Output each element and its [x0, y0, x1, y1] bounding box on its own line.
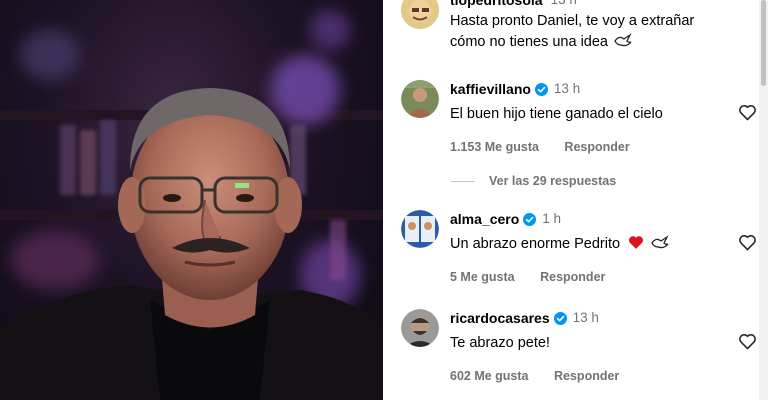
- dove-emoji: [614, 33, 632, 47]
- comment-username[interactable]: kaffievillano: [450, 80, 531, 98]
- comment-text: Hasta pronto Daniel, te voy a extrañar c…: [450, 11, 740, 53]
- reply-button[interactable]: Responder: [564, 140, 629, 154]
- comment-text: Te abrazo pete!: [450, 335, 550, 351]
- likes-count[interactable]: 1.153 Me gusta: [450, 140, 539, 154]
- replies-divider: [451, 180, 475, 182]
- scrollbar[interactable]: [759, 0, 768, 400]
- avatar[interactable]: [401, 309, 439, 347]
- comment-text-part: Un abrazo enorme Pedrito: [450, 236, 621, 252]
- comment-text-line: Hasta pronto Daniel, te voy a extrañar: [450, 13, 695, 29]
- likes-count[interactable]: 602 Me gusta: [450, 369, 529, 383]
- avatar[interactable]: [401, 210, 439, 248]
- reply-button[interactable]: Responder: [540, 270, 605, 284]
- reply-button[interactable]: Responder: [554, 369, 619, 383]
- comment-item: kaffievillano 13 h El buen hijo tiene ga…: [401, 80, 756, 158]
- comment-time[interactable]: 13 h: [551, 0, 577, 9]
- avatar[interactable]: [401, 80, 439, 118]
- comment-meta: 602 Me gusta Responder: [450, 369, 740, 383]
- post-photo: [0, 0, 383, 400]
- avatar[interactable]: [401, 0, 439, 29]
- comment-text: Un abrazo enorme Pedrito: [450, 234, 740, 255]
- scrollbar-thumb[interactable]: [761, 0, 766, 86]
- comment-time[interactable]: 1 h: [542, 210, 561, 228]
- comment-username[interactable]: alma_cero: [450, 210, 519, 228]
- heart-outline-icon[interactable]: [738, 103, 757, 121]
- heart-outline-icon[interactable]: [738, 233, 757, 251]
- verified-badge-icon: [523, 212, 537, 226]
- comment-meta: 1.153 Me gusta Responder: [450, 140, 740, 154]
- heart-outline-icon[interactable]: [738, 332, 757, 350]
- likes-count[interactable]: 5 Me gusta: [450, 270, 515, 284]
- comment-text: El buen hijo tiene ganado el cielo: [450, 106, 663, 122]
- comment-username[interactable]: ricardocasares: [450, 309, 550, 327]
- comment-meta: 5 Me gusta Responder: [450, 270, 740, 284]
- comment-text-line: cómo no tienes una idea: [450, 32, 740, 53]
- view-replies-label: Ver las 29 respuestas: [489, 174, 617, 188]
- man-portrait: [0, 88, 383, 400]
- red-heart-emoji: [629, 236, 644, 249]
- comment-username[interactable]: tiopedritosola: [450, 0, 543, 9]
- comments-pane[interactable]: tiopedritosola 13 h Hasta pronto Daniel,…: [383, 0, 768, 400]
- comment-text-part: cómo no tienes una idea: [450, 34, 608, 50]
- dove-emoji: [651, 235, 669, 249]
- comment-time[interactable]: 13 h: [554, 80, 580, 98]
- comment-item: tiopedritosola 13 h Hasta pronto Daniel,…: [401, 0, 741, 53]
- comment-time[interactable]: 13 h: [573, 309, 599, 327]
- verified-badge-icon: [534, 82, 548, 96]
- verified-badge-icon: [553, 311, 567, 325]
- comment-item: ricardocasares 13 h Te abrazo pete! 602 …: [401, 309, 756, 387]
- view-replies-button[interactable]: Ver las 29 respuestas: [451, 174, 616, 188]
- comment-item: alma_cero 1 h Un abrazo enorme Pedrito 5…: [401, 210, 756, 288]
